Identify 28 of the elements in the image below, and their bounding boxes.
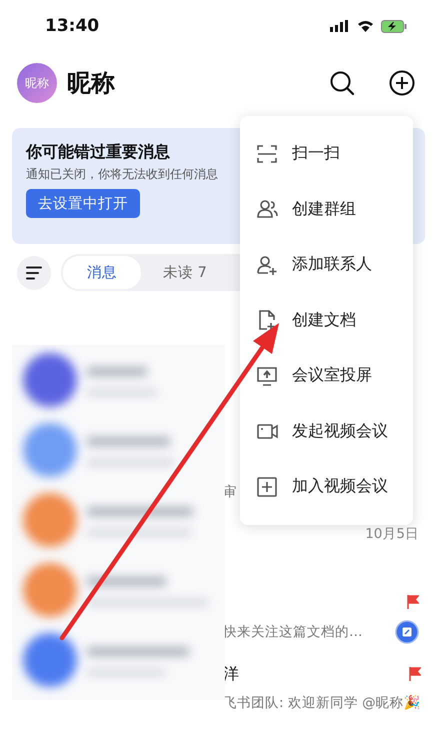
- banner-title: 你可能错过重要消息: [26, 142, 170, 163]
- menu-item[interactable]: 扫一扫: [292, 143, 340, 164]
- chat-time: 10月5日: [365, 525, 419, 543]
- add-icon[interactable]: [389, 70, 415, 96]
- screen-share-icon: [256, 364, 278, 387]
- group-icon: [256, 198, 278, 220]
- signal-icon: [330, 20, 350, 32]
- chat-preview: 飞书团队: 欢迎新同学 @昵称🎉: [223, 694, 421, 712]
- tab[interactable]: 未读 7: [141, 256, 229, 289]
- scan-icon: [256, 142, 278, 165]
- banner-text: 通知已关闭，你将无法收到任何消息: [26, 166, 218, 183]
- open-settings-button[interactable]: 去设置中打开: [26, 189, 140, 218]
- battery-icon: [381, 20, 407, 32]
- wifi-icon: [357, 20, 374, 32]
- menu-item[interactable]: 创建群组: [292, 198, 356, 220]
- menu-item[interactable]: 创建文档: [292, 310, 356, 331]
- menu-item[interactable]: 加入视频会议: [292, 476, 388, 498]
- add-square-icon: [256, 476, 278, 498]
- filter-icon[interactable]: [17, 256, 51, 290]
- status-time: 13:40: [45, 16, 100, 36]
- new-document-icon: [256, 309, 278, 332]
- menu-item[interactable]: 会议室投屏: [292, 365, 372, 386]
- user-name: 昵称: [67, 68, 115, 99]
- add-contact-icon: [256, 254, 278, 276]
- tab[interactable]: 消息: [63, 256, 141, 289]
- menu-item[interactable]: 发起视频会议: [292, 420, 388, 442]
- menu-item[interactable]: 添加联系人: [292, 254, 372, 276]
- search-icon[interactable]: [329, 70, 355, 96]
